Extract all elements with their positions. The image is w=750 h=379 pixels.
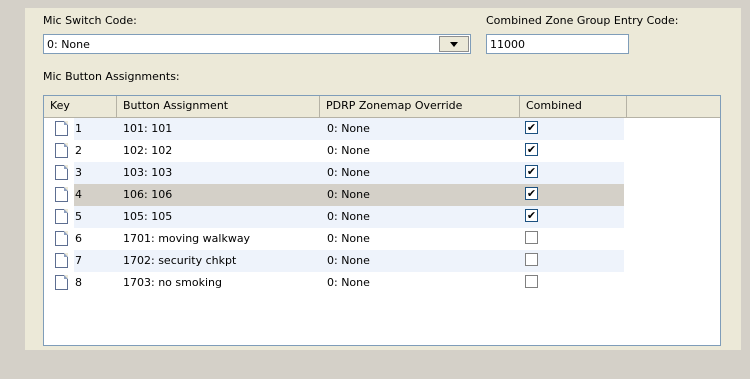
- table-row[interactable]: 4 106: 106 0: None ✔: [44, 184, 720, 206]
- combined-checkbox[interactable]: ✔: [525, 187, 538, 200]
- table-row[interactable]: 5 105: 105 0: None ✔: [44, 206, 720, 228]
- column-header-pdrp-override[interactable]: PDRP Zonemap Override: [320, 96, 520, 117]
- document-icon: [55, 275, 68, 290]
- mic-switch-value: 0: None: [47, 38, 90, 51]
- cell-key: 1: [75, 122, 82, 135]
- cell-pdrp-override: 0: None: [327, 254, 370, 267]
- cell-button-assignment: 101: 101: [123, 122, 173, 135]
- document-icon: [55, 209, 68, 224]
- document-icon: [55, 187, 68, 202]
- document-icon: [55, 143, 68, 158]
- cell-button-assignment: 105: 105: [123, 210, 173, 223]
- cell-pdrp-override: 0: None: [327, 144, 370, 157]
- combined-checkbox[interactable]: [525, 275, 538, 288]
- cell-key: 4: [75, 188, 82, 201]
- document-icon: [55, 121, 68, 136]
- cell-button-assignment: 103: 103: [123, 166, 173, 179]
- combined-zone-value: 11000: [490, 38, 525, 51]
- table-row[interactable]: 8 1703: no smoking 0: None: [44, 272, 720, 294]
- cell-key: 5: [75, 210, 82, 223]
- chevron-down-icon[interactable]: [439, 36, 469, 52]
- combined-zone-label: Combined Zone Group Entry Code:: [486, 14, 679, 27]
- cell-pdrp-override: 0: None: [327, 188, 370, 201]
- cell-key: 8: [75, 276, 82, 289]
- cell-pdrp-override: 0: None: [327, 210, 370, 223]
- cell-key: 2: [75, 144, 82, 157]
- document-icon: [55, 253, 68, 268]
- cell-button-assignment: 1702: security chkpt: [123, 254, 237, 267]
- mic-button-assignments-table[interactable]: Key Button Assignment PDRP Zonemap Overr…: [43, 95, 721, 346]
- cell-pdrp-override: 0: None: [327, 166, 370, 179]
- table-row[interactable]: 1 101: 101 0: None ✔: [44, 118, 720, 140]
- mic-switch-dropdown[interactable]: 0: None: [43, 34, 471, 54]
- cell-pdrp-override: 0: None: [327, 276, 370, 289]
- cell-pdrp-override: 0: None: [327, 232, 370, 245]
- cell-button-assignment: 106: 106: [123, 188, 173, 201]
- table-header: Key Button Assignment PDRP Zonemap Overr…: [44, 96, 720, 118]
- combined-zone-input[interactable]: 11000: [486, 34, 629, 54]
- cell-pdrp-override: 0: None: [327, 122, 370, 135]
- cell-key: 6: [75, 232, 82, 245]
- column-header-key[interactable]: Key: [44, 96, 117, 117]
- cell-key: 7: [75, 254, 82, 267]
- table-row[interactable]: 7 1702: security chkpt 0: None: [44, 250, 720, 272]
- cell-button-assignment: 1703: no smoking: [123, 276, 222, 289]
- combined-checkbox[interactable]: [525, 231, 538, 244]
- table-row[interactable]: 6 1701: moving walkway 0: None: [44, 228, 720, 250]
- combined-checkbox[interactable]: [525, 253, 538, 266]
- table-row[interactable]: 3 103: 103 0: None ✔: [44, 162, 720, 184]
- combined-checkbox[interactable]: ✔: [525, 165, 538, 178]
- cell-button-assignment: 1701: moving walkway: [123, 232, 251, 245]
- document-icon: [55, 165, 68, 180]
- mic-button-assignments-label: Mic Button Assignments:: [43, 70, 180, 83]
- combined-checkbox[interactable]: ✔: [525, 121, 538, 134]
- combined-checkbox[interactable]: ✔: [525, 209, 538, 222]
- document-icon: [55, 231, 68, 246]
- table-row[interactable]: 2 102: 102 0: None ✔: [44, 140, 720, 162]
- column-header-combined[interactable]: Combined: [520, 96, 627, 117]
- cell-button-assignment: 102: 102: [123, 144, 173, 157]
- cell-key: 3: [75, 166, 82, 179]
- column-header-button-assignment[interactable]: Button Assignment: [117, 96, 320, 117]
- combined-checkbox[interactable]: ✔: [525, 143, 538, 156]
- mic-switch-label: Mic Switch Code:: [43, 14, 137, 27]
